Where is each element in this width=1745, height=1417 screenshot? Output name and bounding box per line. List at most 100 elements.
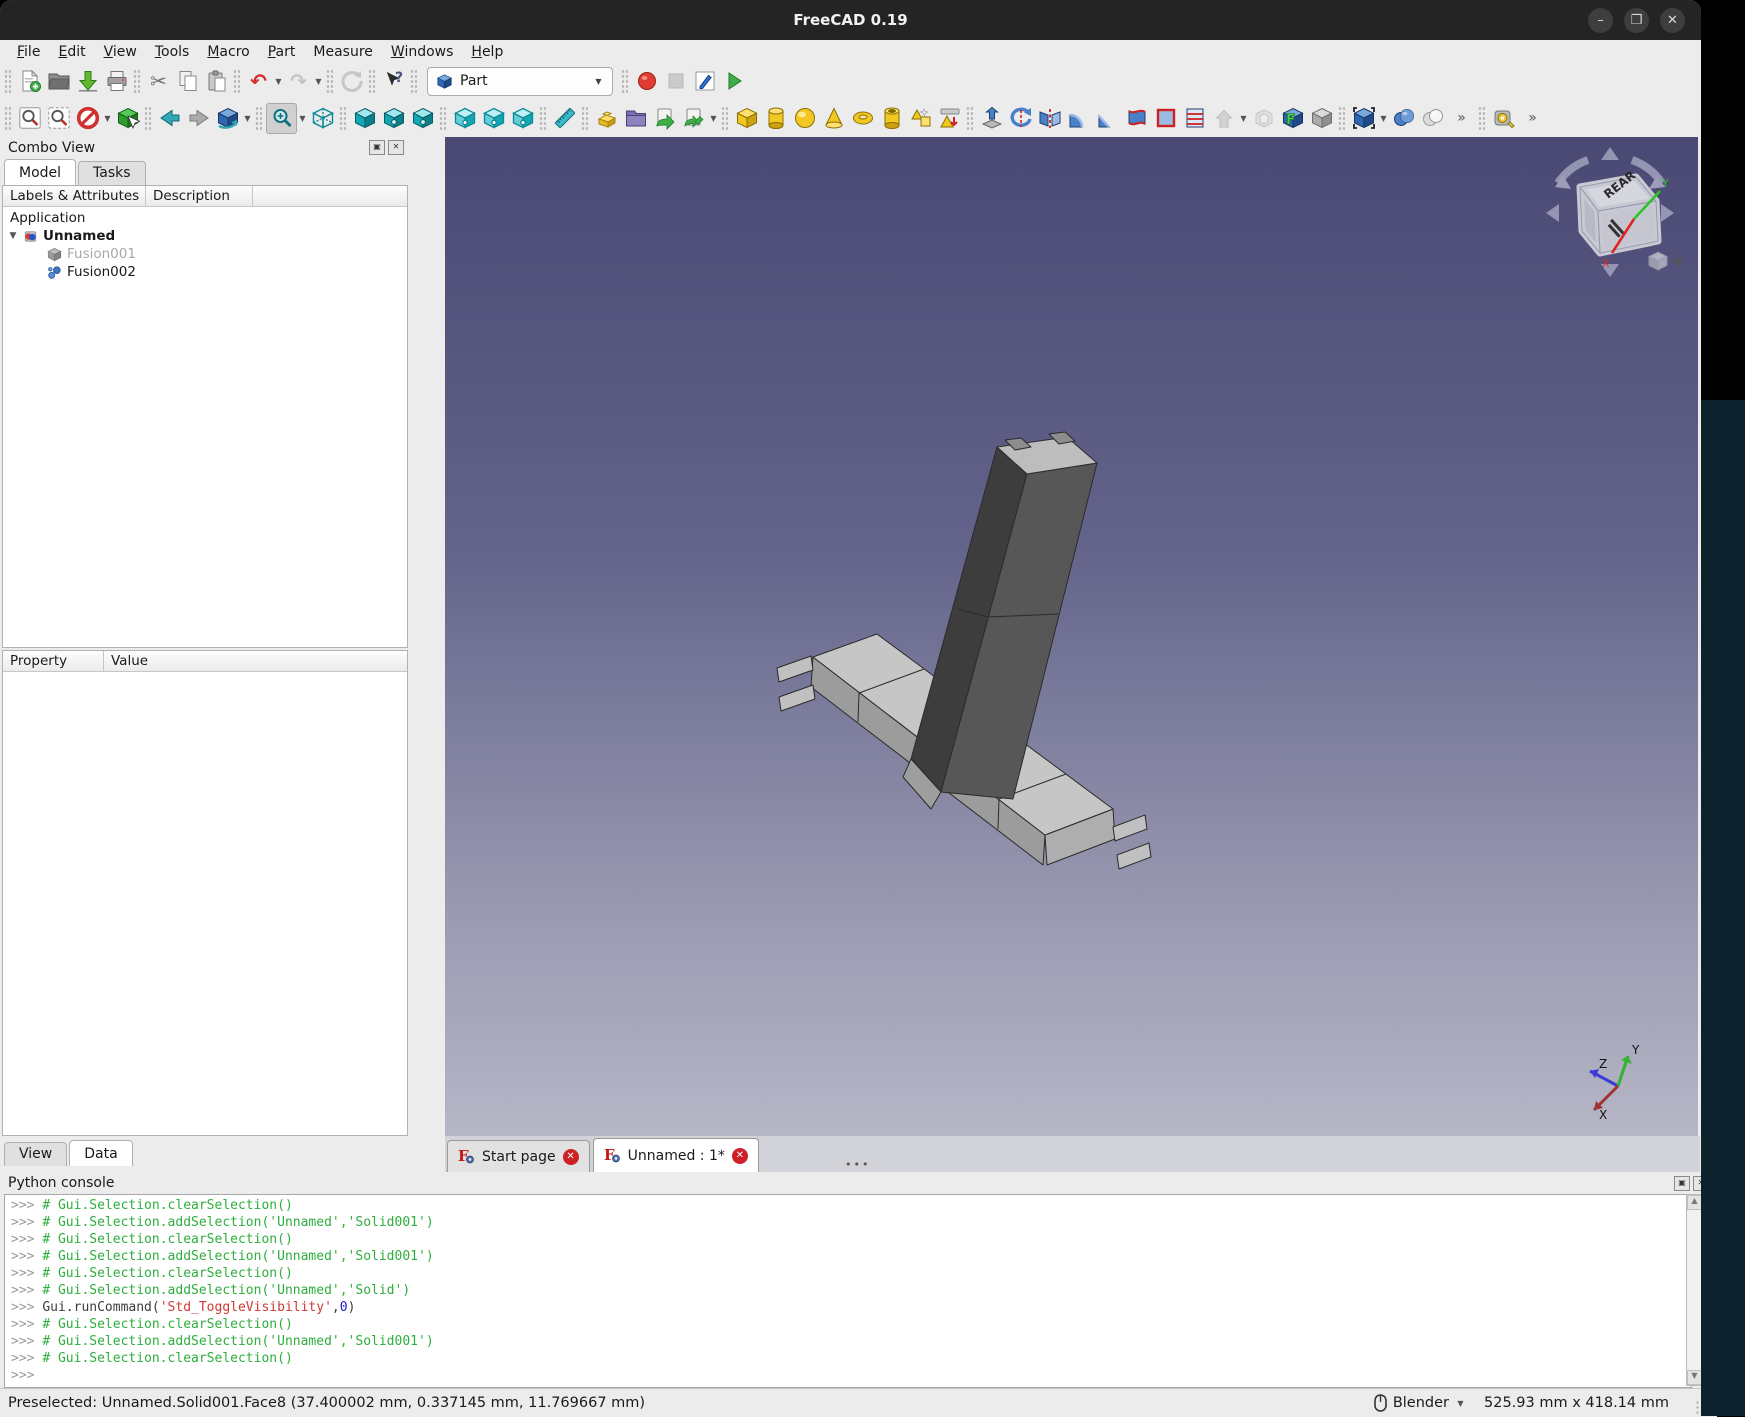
macro-record-icon[interactable] bbox=[632, 67, 661, 96]
sphere-primitive-icon[interactable] bbox=[790, 104, 819, 133]
measure-linear-icon[interactable] bbox=[1489, 104, 1518, 133]
primitives-dialog-icon[interactable] bbox=[935, 104, 964, 133]
view-right-icon[interactable] bbox=[408, 104, 437, 133]
make-link-icon[interactable] bbox=[650, 104, 679, 133]
mirror-icon[interactable] bbox=[1035, 104, 1064, 133]
fillet-icon[interactable] bbox=[1064, 104, 1093, 133]
menu-view[interactable]: View bbox=[95, 43, 146, 61]
3d-model[interactable] bbox=[445, 137, 1698, 1136]
menu-measure[interactable]: Measure bbox=[304, 43, 382, 61]
open-icon[interactable] bbox=[44, 67, 73, 96]
convert-to-solid-icon[interactable] bbox=[1307, 104, 1336, 133]
thickness-icon[interactable] bbox=[1249, 104, 1278, 133]
boolean-intersection-icon[interactable] bbox=[1418, 104, 1447, 133]
chevron-down-icon[interactable]: ▼ bbox=[1238, 114, 1249, 123]
whats-this-icon[interactable]: ? bbox=[379, 67, 408, 96]
redo-icon[interactable]: ↷ bbox=[284, 67, 313, 96]
cone-primitive-icon[interactable] bbox=[819, 104, 848, 133]
fit-selection-icon[interactable] bbox=[44, 104, 73, 133]
extrude-icon[interactable] bbox=[977, 104, 1006, 133]
toolbar-overflow-icon[interactable]: » bbox=[1447, 104, 1476, 133]
panel-float-icon[interactable]: ▣ bbox=[1674, 1176, 1690, 1191]
close-tab-icon[interactable]: ✕ bbox=[563, 1149, 579, 1165]
new-document-icon[interactable] bbox=[15, 67, 44, 96]
nav-back-icon[interactable] bbox=[155, 104, 184, 133]
panel-float-icon[interactable]: ▣ bbox=[369, 140, 385, 155]
chevron-down-icon[interactable]: ▼ bbox=[313, 77, 324, 86]
tab-model[interactable]: Model bbox=[4, 159, 76, 185]
undo-icon[interactable]: ↶ bbox=[244, 67, 273, 96]
boolean-union-icon[interactable] bbox=[1389, 104, 1418, 133]
chevron-down-icon[interactable]: ▼ bbox=[273, 77, 284, 86]
cylinder-primitive-icon[interactable] bbox=[761, 104, 790, 133]
chevron-down-icon[interactable]: ▼ bbox=[297, 114, 308, 123]
copy-icon[interactable] bbox=[173, 67, 202, 96]
make-sublink-icon[interactable] bbox=[679, 104, 708, 133]
minimize-button[interactable]: – bbox=[1588, 8, 1613, 33]
refine-shape-icon[interactable]: F bbox=[1278, 104, 1307, 133]
shapebuilder-icon[interactable] bbox=[906, 104, 935, 133]
view-left-icon[interactable] bbox=[508, 104, 537, 133]
tube-primitive-icon[interactable] bbox=[877, 104, 906, 133]
menu-macro[interactable]: Macro bbox=[198, 43, 258, 61]
menu-edit[interactable]: Edit bbox=[49, 43, 94, 61]
view-bottom-icon[interactable] bbox=[479, 104, 508, 133]
chevron-down-icon[interactable]: ▼ bbox=[242, 114, 253, 123]
macro-execute-icon[interactable] bbox=[719, 67, 748, 96]
chevron-down-icon[interactable]: ▼ bbox=[1378, 114, 1389, 123]
chamfer-icon[interactable] bbox=[1093, 104, 1122, 133]
revolve-icon[interactable] bbox=[1006, 104, 1035, 133]
workbench-selector[interactable]: Part ▼ bbox=[427, 67, 613, 96]
cross-sections-icon[interactable] bbox=[1180, 104, 1209, 133]
tree-root-application[interactable]: Application bbox=[10, 210, 85, 226]
ruled-surface-icon[interactable] bbox=[1122, 104, 1151, 133]
python-console[interactable]: >>> # Gui.Selection.clearSelection()>>> … bbox=[4, 1194, 1692, 1388]
chevron-down-icon[interactable]: ▼ bbox=[708, 114, 719, 123]
box-primitive-icon[interactable] bbox=[732, 104, 761, 133]
toolbar-overflow-icon[interactable]: » bbox=[1518, 104, 1547, 133]
tab-data[interactable]: Data bbox=[69, 1140, 132, 1166]
view-top-icon[interactable] bbox=[379, 104, 408, 133]
compound-icon[interactable] bbox=[1349, 104, 1378, 133]
tree-header-labels[interactable]: Labels & Attributes bbox=[3, 186, 146, 206]
tree-row[interactable]: ▼ Unnamed bbox=[3, 227, 407, 245]
create-part-icon[interactable] bbox=[592, 104, 621, 133]
macro-stop-icon[interactable] bbox=[661, 67, 690, 96]
value-header[interactable]: Value bbox=[104, 651, 407, 671]
tab-start-page[interactable]: F Start page ✕ bbox=[447, 1140, 590, 1172]
print-icon[interactable] bbox=[102, 67, 131, 96]
menu-file[interactable]: File bbox=[8, 43, 49, 61]
measure-distance-icon[interactable] bbox=[550, 104, 579, 133]
tab-view[interactable]: View bbox=[4, 1142, 67, 1166]
expander-icon[interactable]: ▼ bbox=[8, 231, 18, 241]
create-group-icon[interactable] bbox=[621, 104, 650, 133]
tree-row[interactable]: Fusion001 bbox=[3, 245, 407, 263]
zoom-icon[interactable] bbox=[266, 103, 297, 134]
panel-close-icon[interactable]: ✕ bbox=[388, 140, 404, 155]
tab-tasks[interactable]: Tasks bbox=[78, 161, 146, 185]
nav-style-selector[interactable]: Blender ▼ bbox=[1374, 1394, 1466, 1412]
menu-tools[interactable]: Tools bbox=[146, 43, 199, 61]
navigation-cube[interactable]: REAR Y X bbox=[1530, 141, 1690, 291]
offset-3d-icon[interactable] bbox=[1209, 104, 1238, 133]
menu-help[interactable]: Help bbox=[462, 43, 512, 61]
tree-row[interactable]: Fusion002 bbox=[3, 263, 407, 281]
save-icon[interactable] bbox=[73, 67, 102, 96]
cut-icon[interactable]: ✂ bbox=[144, 67, 173, 96]
close-tab-icon[interactable]: ✕ bbox=[732, 1148, 748, 1164]
close-button[interactable]: ✕ bbox=[1660, 8, 1685, 33]
tab-unnamed-document[interactable]: F Unnamed : 1* ✕ bbox=[593, 1138, 759, 1172]
refresh-icon[interactable] bbox=[337, 67, 366, 96]
tree-header-description[interactable]: Description bbox=[146, 186, 253, 206]
3d-viewport[interactable]: REAR Y X bbox=[445, 137, 1698, 1136]
draw-style-icon[interactable] bbox=[73, 104, 102, 133]
box-element-selection-icon[interactable] bbox=[113, 104, 142, 133]
menu-part[interactable]: Part bbox=[259, 43, 305, 61]
nav-forward-icon[interactable] bbox=[184, 104, 213, 133]
view-rear-icon[interactable] bbox=[450, 104, 479, 133]
home-view-icon[interactable] bbox=[308, 104, 337, 133]
view-front-icon[interactable] bbox=[350, 104, 379, 133]
chevron-down-icon[interactable]: ▼ bbox=[102, 114, 113, 123]
make-face-icon[interactable] bbox=[1151, 104, 1180, 133]
fit-all-icon[interactable] bbox=[15, 104, 44, 133]
